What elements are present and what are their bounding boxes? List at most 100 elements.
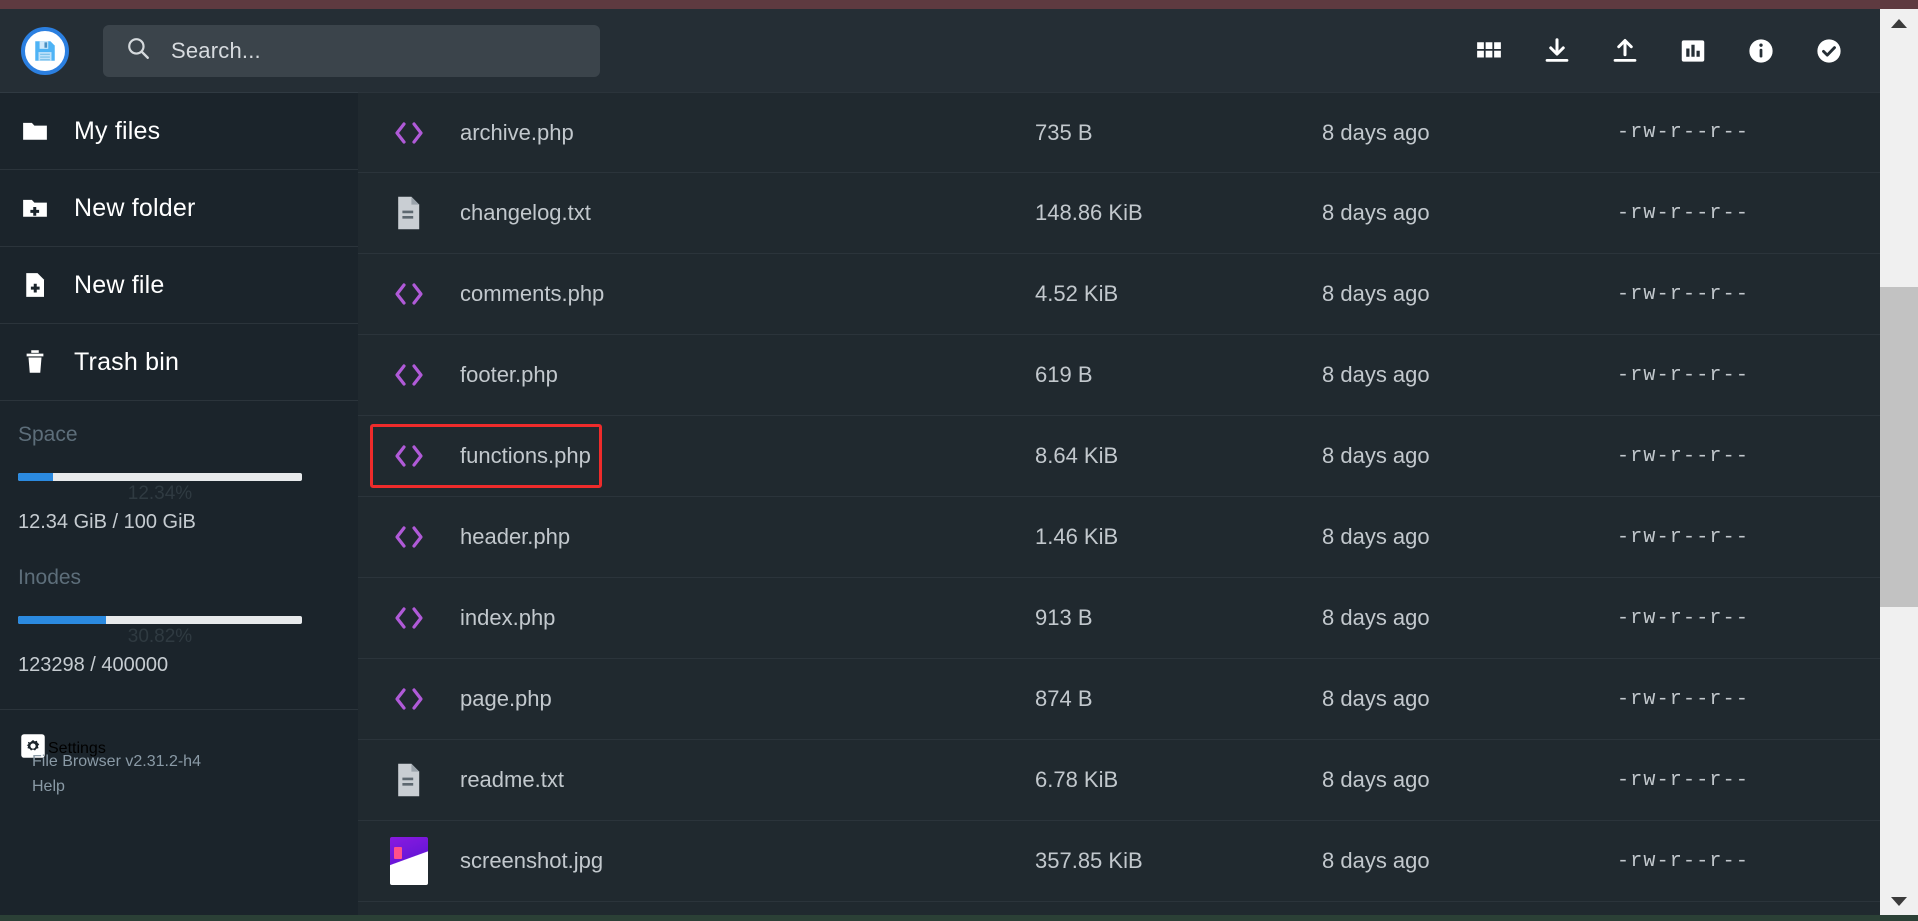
file-modified-date: 8 days ago — [1322, 362, 1430, 387]
file-modified-date: 8 days ago — [1322, 524, 1430, 549]
file-modified-date: 8 days ago — [1322, 605, 1430, 630]
space-progress-bar: 12.34% — [18, 473, 302, 504]
search-input[interactable]: Search... — [103, 24, 600, 77]
table-row[interactable]: functions.php 8.64 KiB 8 days ago -rw-r--r-… — [358, 416, 1880, 497]
file-size: 913 B — [1035, 605, 1093, 630]
vertical-scrollbar[interactable] — [1880, 9, 1918, 915]
file-name: footer.php — [460, 362, 558, 387]
sidebar-item-label: Trash bin — [74, 347, 180, 376]
table-row[interactable]: footer.php 619 B 8 days ago -rw-r--r-- — [358, 335, 1880, 416]
file-size: 8.64 KiB — [1035, 443, 1119, 468]
inodes-percent-label: 30.82% — [127, 626, 193, 647]
file-permissions: -rw-r--r-- — [1617, 849, 1750, 873]
file-list[interactable]: archive.php 735 B 8 days ago -rw-r--r-- cha… — [358, 92, 1880, 915]
browser-chrome-top-strip — [0, 0, 1918, 9]
text-file-icon — [358, 762, 460, 798]
code-file-icon — [358, 361, 460, 389]
file-name: comments.php — [460, 281, 605, 306]
file-size: 6.78 KiB — [1035, 767, 1119, 792]
file-modified-date: 8 days ago — [1322, 119, 1430, 145]
app-version-text: File Browser v2.31.2-h4 — [32, 753, 201, 771]
inodes-usage-text: 123298 / 400000 — [18, 654, 169, 676]
image-thumbnail — [390, 837, 428, 885]
code-file-icon — [358, 280, 460, 308]
space-usage: Space 12.34% 12.34 GiB / 100 GiB — [18, 423, 340, 534]
usage-section: Space 12.34% 12.34 GiB / 100 GiB Inodes … — [0, 401, 358, 677]
table-row[interactable]: archive.php 735 B 8 days ago -rw-r--r-- — [358, 92, 1880, 173]
app-header: Search... — [0, 9, 1880, 92]
file-modified-date: 8 days ago — [1322, 686, 1430, 711]
file-permissions: -rw-r--r-- — [1617, 687, 1750, 711]
code-file-icon — [358, 523, 460, 551]
table-row[interactable]: changelog.txt 148.86 KiB 8 days ago -rw-r--… — [358, 173, 1880, 254]
table-row[interactable]: screenshot.jpg 357.85 KiB 8 days ago -rw-r-… — [358, 821, 1880, 902]
file-size: 619 B — [1035, 362, 1093, 387]
scroll-up-arrow-icon[interactable] — [1880, 9, 1918, 37]
help-link[interactable]: Help — [32, 775, 201, 800]
space-percent-label: 12.34% — [127, 483, 193, 504]
file-permissions: -rw-r--r-- — [1617, 768, 1750, 792]
file-name: header.php — [460, 524, 571, 549]
code-file-icon — [358, 119, 460, 147]
table-row[interactable]: readme.txt 6.78 KiB 8 days ago -rw-r--r-- — [358, 740, 1880, 821]
sidebar-item-label: My files — [74, 116, 161, 145]
sidebar: My files New folder New file Trash bin S… — [0, 92, 358, 915]
file-permissions: -rw-r--r-- — [1617, 121, 1750, 144]
scrollbar-thumb[interactable] — [1880, 287, 1918, 607]
scroll-down-arrow-icon[interactable] — [1880, 887, 1918, 915]
file-size: 735 B — [1035, 119, 1093, 145]
download-icon[interactable] — [1542, 36, 1572, 66]
sidebar-item-trash-bin[interactable]: Trash bin — [0, 324, 358, 401]
inodes-progress-bar: 30.82% — [18, 616, 302, 647]
file-name: readme.txt — [460, 767, 564, 792]
sidebar-item-label: New file — [74, 270, 165, 299]
search-placeholder-text: Search... — [171, 37, 261, 63]
search-icon — [125, 35, 151, 66]
file-size: 148.86 KiB — [1035, 200, 1143, 225]
floppy-disk-icon[interactable] — [21, 26, 69, 75]
code-file-icon — [358, 604, 460, 632]
space-usage-text: 12.34 GiB / 100 GiB — [18, 511, 196, 533]
file-size: 4.52 KiB — [1035, 281, 1119, 306]
sidebar-item-new-folder[interactable]: New folder — [0, 170, 358, 247]
file-permissions: -rw-r--r-- — [1617, 606, 1750, 630]
sidebar-item-label: New folder — [74, 193, 196, 222]
code-file-icon — [358, 442, 460, 470]
file-permissions: -rw-r--r-- — [1617, 525, 1750, 549]
file-name: screenshot.jpg — [460, 848, 604, 873]
file-name: index.php — [460, 605, 556, 630]
check-circle-icon[interactable] — [1814, 36, 1844, 66]
space-usage-title: Space — [18, 423, 78, 446]
sidebar-footer: File Browser v2.31.2-h4 Help — [32, 750, 201, 800]
file-name: page.php — [460, 686, 552, 711]
upload-icon[interactable] — [1610, 36, 1640, 66]
file-permissions: -rw-r--r-- — [1617, 444, 1750, 468]
file-name: archive.php — [460, 119, 574, 145]
file-modified-date: 8 days ago — [1322, 200, 1430, 225]
file-browser-app: Search... My files New folder New file T… — [0, 0, 1918, 921]
file-size: 1.46 KiB — [1035, 524, 1119, 549]
folder-icon — [18, 116, 52, 146]
chart-icon[interactable] — [1678, 36, 1708, 66]
sidebar-item-my-files[interactable]: My files — [0, 93, 358, 170]
table-row[interactable]: index.php 913 B 8 days ago -rw-r--r-- — [358, 578, 1880, 659]
table-row[interactable]: page.php 874 B 8 days ago -rw-r--r-- — [358, 659, 1880, 740]
trash-icon — [18, 347, 52, 377]
text-file-icon — [358, 195, 460, 231]
folder-plus-icon — [18, 193, 52, 223]
info-icon[interactable] — [1746, 36, 1776, 66]
file-name: changelog.txt — [460, 200, 591, 225]
image-thumbnail — [358, 837, 460, 885]
file-modified-date: 8 days ago — [1322, 443, 1430, 468]
file-modified-date: 8 days ago — [1322, 767, 1430, 792]
file-name: functions.php — [460, 443, 591, 468]
code-file-icon — [358, 685, 460, 713]
header-action-bar — [1474, 36, 1844, 66]
browser-chrome-bottom-strip — [0, 915, 1918, 921]
table-row[interactable]: comments.php 4.52 KiB 8 days ago -rw-r--r-- — [358, 254, 1880, 335]
inodes-usage-title: Inodes — [18, 566, 82, 589]
file-size: 357.85 KiB — [1035, 848, 1143, 873]
table-row[interactable]: header.php 1.46 KiB 8 days ago -rw-r--r-- — [358, 497, 1880, 578]
sidebar-item-new-file[interactable]: New file — [0, 247, 358, 324]
grid-view-icon[interactable] — [1474, 36, 1504, 66]
